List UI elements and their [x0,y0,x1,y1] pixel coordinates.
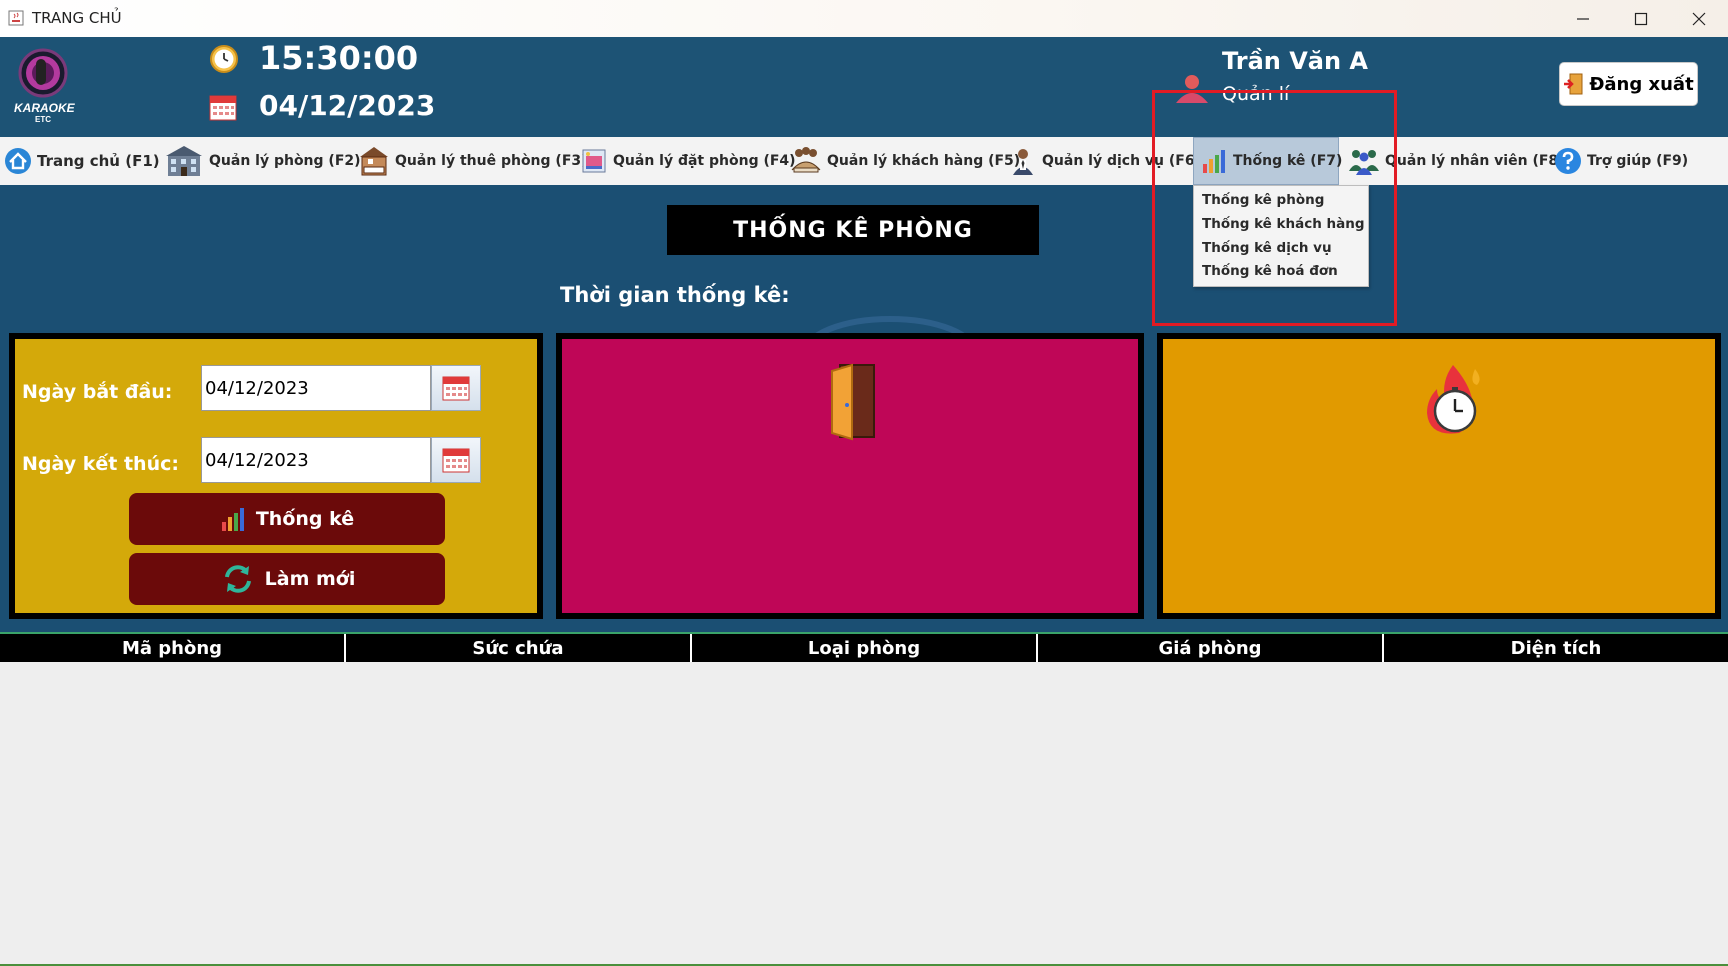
app-header: KARAOKE ETC 15:30:00 04/12/2023 Trần Văn… [0,37,1728,137]
room-table-body[interactable] [0,662,1728,966]
maximize-icon [1634,12,1648,25]
menu-item-label: Quản lý phòng (F2) [209,153,361,169]
column-header-room-id[interactable]: Mã phòng [0,634,346,662]
logout-label: Đăng xuất [1589,73,1694,95]
menu-item-label: Quản lý thuê phòng (F3) [395,153,588,169]
current-date: 04/12/2023 [259,89,436,122]
column-header-capacity[interactable]: Sức chứa [346,634,692,662]
end-date-picker-button[interactable] [431,437,481,483]
maximize-button[interactable] [1612,0,1670,37]
refresh-button[interactable]: Làm mới [129,553,445,605]
logout-button[interactable]: Đăng xuất [1559,62,1698,106]
java-app-icon [8,10,24,26]
clock-icon [210,45,238,73]
close-button[interactable] [1670,0,1728,37]
window-titlebar: TRANG CHỦ [0,0,1728,38]
page-title: THỐNG KÊ PHÒNG [667,205,1039,255]
menu-item-label: Quản lý nhân viên (F8) [1385,153,1565,169]
window-title: TRANG CHỦ [32,9,122,27]
column-header-room-type[interactable]: Loại phòng [692,634,1038,662]
calendar-icon [209,95,237,121]
end-date-label: Ngày kết thúc: [22,453,179,475]
statistics-button[interactable]: Thống kê [129,493,445,545]
highlight-annotation-box [1152,90,1397,326]
fire-clock-icon [1427,365,1480,434]
service-staff-icon [1013,149,1033,175]
menu-item-rooms[interactable]: Quản lý phòng (F2) [164,137,361,185]
karaoke-logo: KARAOKE ETC [14,45,75,124]
main-menu-bar: Trang chủ (F1) Quản lý phòng (F2) Quản l… [0,137,1728,186]
rent-room-icon [360,147,388,176]
karaoke-logo-icon [18,48,68,98]
menu-item-label: Quản lý đặt phòng (F4) [613,153,796,169]
menu-item-home[interactable]: Trang chủ (F1) [4,137,160,185]
statistics-button-label: Thống kê [255,508,355,530]
close-icon [1692,12,1706,25]
help-icon [1555,148,1581,174]
door-icon [831,363,875,441]
start-date-input[interactable] [201,365,431,411]
logo-subtext: ETC [35,115,51,124]
minimize-button[interactable] [1554,0,1612,37]
room-table-header: Mã phòng Sức chứa Loại phòng Giá phòng D… [0,632,1728,662]
building-icon [166,146,202,176]
logo-text: KARAOKE [14,101,75,115]
menu-item-customers[interactable]: Quản lý khách hàng (F5) [790,137,1020,185]
bar-chart-icon [221,508,244,531]
refresh-button-label: Làm mới [264,568,356,590]
room-stats-panel [556,333,1144,619]
menu-item-help[interactable]: Trợ giúp (F9) [1554,137,1688,185]
end-date-input[interactable] [201,437,431,483]
menu-item-label: Trang chủ (F1) [37,152,160,170]
home-icon [5,148,31,174]
menu-item-label: Quản lý khách hàng (F5) [827,153,1021,169]
booking-icon [582,149,606,173]
user-name: Trần Văn A [1222,47,1368,75]
minimize-icon [1577,17,1589,20]
start-date-label: Ngày bắt đầu: [22,381,173,403]
exit-door-icon [1564,73,1583,95]
customers-icon [791,147,821,173]
period-label: Thời gian thống kê: [560,283,790,307]
calendar-icon [442,448,470,473]
refresh-icon [224,565,251,593]
column-header-price[interactable]: Giá phòng [1038,634,1384,662]
calendar-icon [442,376,470,401]
start-date-picker-button[interactable] [431,365,481,411]
date-filter-panel: Ngày bắt đầu: Ngày kết thúc: Thống kê [9,333,543,619]
menu-item-label: Trợ giúp (F9) [1587,153,1689,169]
menu-item-room-rental[interactable]: Quản lý thuê phòng (F3) [358,137,588,185]
menu-item-room-booking[interactable]: Quản lý đặt phòng (F4) [580,137,796,185]
current-time: 15:30:00 [259,39,419,77]
time-stats-panel [1157,333,1721,619]
column-header-area[interactable]: Diện tích [1384,634,1728,662]
